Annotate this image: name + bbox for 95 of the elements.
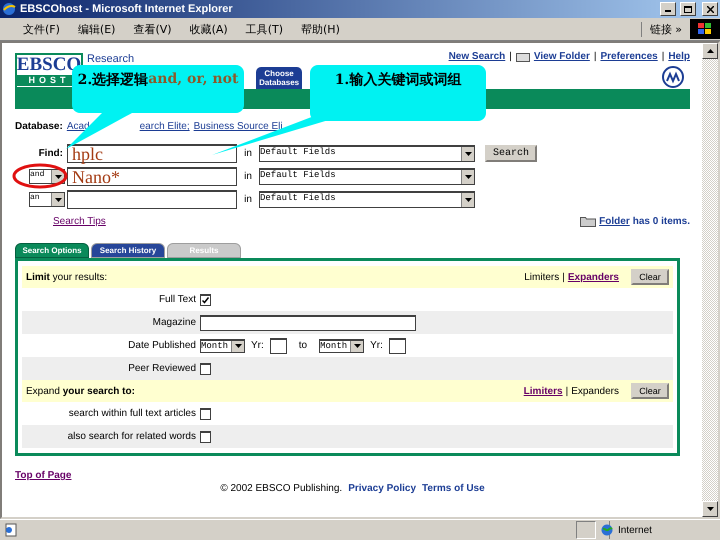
dropdown-arrow-icon	[54, 198, 62, 202]
dropdown-arrow-icon	[464, 175, 472, 179]
in-label: in	[243, 148, 253, 159]
checkbox[interactable]	[200, 362, 211, 374]
menu-item[interactable]: 工具(T)	[236, 20, 292, 38]
separator: |	[509, 51, 512, 62]
option-label: search within full text articles	[68, 408, 196, 419]
close-button[interactable]	[702, 2, 718, 16]
month-select[interactable]: Month	[319, 338, 364, 352]
choose-databases-tab[interactable]: Choose Databases	[256, 67, 302, 89]
section-title: Limit your results:	[26, 272, 108, 282]
year-label: Yr:	[370, 340, 383, 351]
year-label: Yr:	[251, 340, 264, 351]
clear-button[interactable]: Clear	[631, 269, 669, 285]
menu-item[interactable]: 文件(F)	[14, 20, 69, 38]
nav-link[interactable]: Preferences	[600, 51, 658, 62]
year-field[interactable]	[270, 338, 287, 354]
maximize-icon	[684, 6, 692, 12]
checkbox[interactable]	[200, 294, 211, 306]
database-link[interactable]: earch Elite;	[140, 121, 190, 132]
search-field[interactable]	[67, 190, 237, 209]
top-of-page-link[interactable]: Top of Page	[15, 470, 72, 481]
globe-icon	[601, 524, 613, 536]
footer-link[interactable]: Privacy Policy	[348, 483, 416, 494]
scrollbar[interactable]	[702, 43, 718, 517]
zone-label: Internet	[618, 524, 652, 536]
checkbox[interactable]	[200, 430, 211, 442]
clear-button[interactable]: Clear	[631, 383, 669, 399]
close-icon	[706, 6, 714, 12]
folder-count: has 0 items.	[632, 216, 690, 226]
window-title: EBSCOhost - Microsoft Internet Explorer	[20, 3, 234, 15]
menu-item[interactable]: 收藏(A)	[180, 20, 237, 38]
folder-link[interactable]: Folder	[599, 216, 630, 226]
option-label: Full Text	[158, 294, 196, 305]
callout-pointer	[66, 113, 132, 149]
options-tab[interactable]: Search History	[91, 243, 165, 258]
field-select[interactable]: Default Fields	[259, 191, 475, 208]
in-label: in	[243, 171, 253, 182]
menu-item[interactable]: 编辑(E)	[68, 20, 124, 38]
section-title: Expand your search to:	[26, 386, 136, 396]
dropdown-arrow-icon	[464, 152, 472, 156]
maximize-button[interactable]	[680, 2, 696, 16]
magazine-field[interactable]	[200, 314, 416, 330]
option-label: also search for related words	[66, 431, 196, 442]
page-icon	[4, 523, 18, 537]
footer-link[interactable]: Terms of Use	[422, 483, 485, 494]
database-link[interactable]: Business Source Eli	[194, 121, 283, 132]
copyright-text: © 2002 EBSCO Publishing.	[220, 483, 342, 494]
menu-item[interactable]: 帮助(H)	[292, 20, 349, 38]
option-label: Magazine	[152, 317, 196, 328]
separator: |	[566, 386, 568, 396]
in-label: in	[243, 194, 253, 205]
search-tips-link[interactable]: Search Tips	[53, 216, 106, 226]
search-field[interactable]: hplc	[67, 144, 237, 163]
dropdown-arrow-icon	[54, 174, 62, 178]
search-button[interactable]: Search	[485, 145, 538, 162]
option-label: Peer Reviewed	[127, 363, 196, 374]
scroll-down-icon	[706, 507, 714, 511]
field-select[interactable]: Default Fields	[259, 168, 475, 185]
section-label: Limiters	[524, 272, 560, 282]
to-label: to	[298, 340, 308, 351]
dropdown-arrow-icon	[234, 344, 242, 348]
options-tab[interactable]: Search Options	[15, 243, 89, 258]
search-field[interactable]: Nano*	[67, 167, 237, 186]
nav-link[interactable]: New Search	[448, 51, 506, 62]
option-label: Date Published	[127, 340, 196, 351]
minimize-button[interactable]	[660, 2, 676, 16]
callout-note: 1.输入关键词或词组	[310, 65, 486, 121]
emblem-icon	[662, 66, 684, 88]
separator: |	[562, 272, 565, 282]
operator-select[interactable]: an	[29, 192, 65, 207]
section-link[interactable]: Expanders	[568, 272, 619, 282]
browser-icon	[2, 2, 16, 16]
dropdown-arrow-icon	[464, 198, 472, 202]
database-label: Database:	[15, 121, 63, 132]
operator-select[interactable]: and	[29, 169, 65, 184]
field-select[interactable]: Default Fields	[259, 145, 475, 162]
section-link[interactable]: Limiters	[524, 386, 563, 396]
nav-link[interactable]: View Folder	[534, 51, 590, 62]
dropdown-arrow-icon	[354, 344, 361, 348]
scroll-up-icon	[706, 49, 714, 53]
section-label: Expanders	[571, 386, 619, 396]
folder-icon	[516, 52, 530, 62]
folder-icon	[580, 215, 596, 227]
find-label: Find:	[38, 148, 63, 159]
menu-item[interactable]: 查看(V)	[124, 20, 181, 38]
separator: |	[594, 51, 596, 62]
windows-logo-icon	[690, 19, 720, 39]
separator: |	[662, 51, 664, 62]
site-subtitle: Research	[87, 53, 134, 65]
nav-link[interactable]: Help	[668, 51, 690, 62]
month-select[interactable]: Month	[200, 338, 245, 352]
status-panel	[576, 521, 596, 539]
checkbox[interactable]	[200, 408, 211, 420]
year-field[interactable]	[388, 338, 406, 354]
